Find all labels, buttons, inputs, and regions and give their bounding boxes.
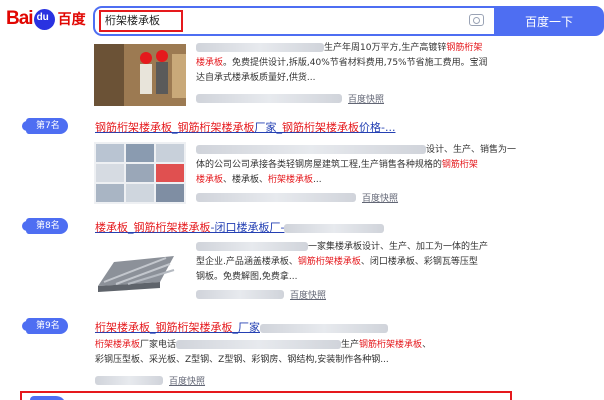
cache-link[interactable]: 百度快照 — [348, 92, 384, 105]
result-source: 百度快照 — [196, 288, 326, 301]
result-abstract: 桁架楼承板厂家电话 生产钢筋桁架楼承板、 彩钢压型板、采光板、Z型钢、Z型钢、彩钢… — [95, 340, 432, 365]
document-collage-icon — [94, 142, 186, 204]
result-thumbnail[interactable] — [94, 242, 178, 300]
logo-cn-text: 百度 — [57, 12, 86, 28]
search-header: Bai 百度 桁架楼承板 百度一下 — [0, 0, 604, 42]
rank-badge: 第7名 — [22, 118, 68, 134]
search-button[interactable]: 百度一下 — [494, 6, 604, 36]
cache-link[interactable]: 百度快照 — [169, 374, 205, 387]
result-abstract: 生产年周10万平方,生产高镀锌钢筋桁架 楼承板。免费提供设计,拆版,40%节省材… — [196, 43, 488, 83]
result-thumbnail[interactable] — [94, 142, 186, 204]
cache-link[interactable]: 百度快照 — [362, 191, 398, 204]
result-abstract: 一家集楼承板设计、生产、加工为一体的生产 型企业.产品涵盖楼承板、钢筋桁架楼承板… — [196, 242, 489, 282]
logo-text: Bai — [6, 8, 34, 29]
result-source: 百度快照 — [95, 374, 205, 387]
search-input[interactable]: 桁架楼承板 — [99, 10, 183, 32]
paw-icon — [33, 8, 55, 30]
baidu-logo[interactable]: Bai 百度 — [6, 8, 86, 30]
camera-icon[interactable] — [469, 14, 484, 26]
steel-deck-icon — [94, 242, 178, 300]
factory-photo-icon — [94, 44, 186, 106]
highlight-frame — [20, 391, 512, 400]
result-source: 百度快照 — [196, 191, 398, 204]
result-title-link[interactable]: 楼承板_钢筋桁架楼承板-闭口楼承板厂- — [95, 219, 385, 235]
rank-badge: 第9名 — [22, 318, 68, 334]
cache-link[interactable]: 百度快照 — [290, 288, 326, 301]
result-abstract: 设计、生产、销售为一 体的公司公司承接各类轻钢房屋建筑工程,生产销售各种规格的钢… — [196, 145, 517, 185]
result-title-link[interactable]: 桁架楼承板_钢筋桁架楼承板_厂家 — [95, 319, 388, 335]
result-title-link[interactable]: 钢筋桁架楼承板_钢筋桁架楼承板厂家_钢筋桁架楼承板价格-... — [95, 119, 395, 135]
result-source: 百度快照 — [196, 92, 384, 105]
search-box[interactable]: 桁架楼承板 — [93, 6, 495, 36]
rank-badge-partial — [30, 396, 66, 400]
result-thumbnail[interactable] — [94, 44, 186, 106]
rank-badge: 第8名 — [22, 218, 68, 234]
